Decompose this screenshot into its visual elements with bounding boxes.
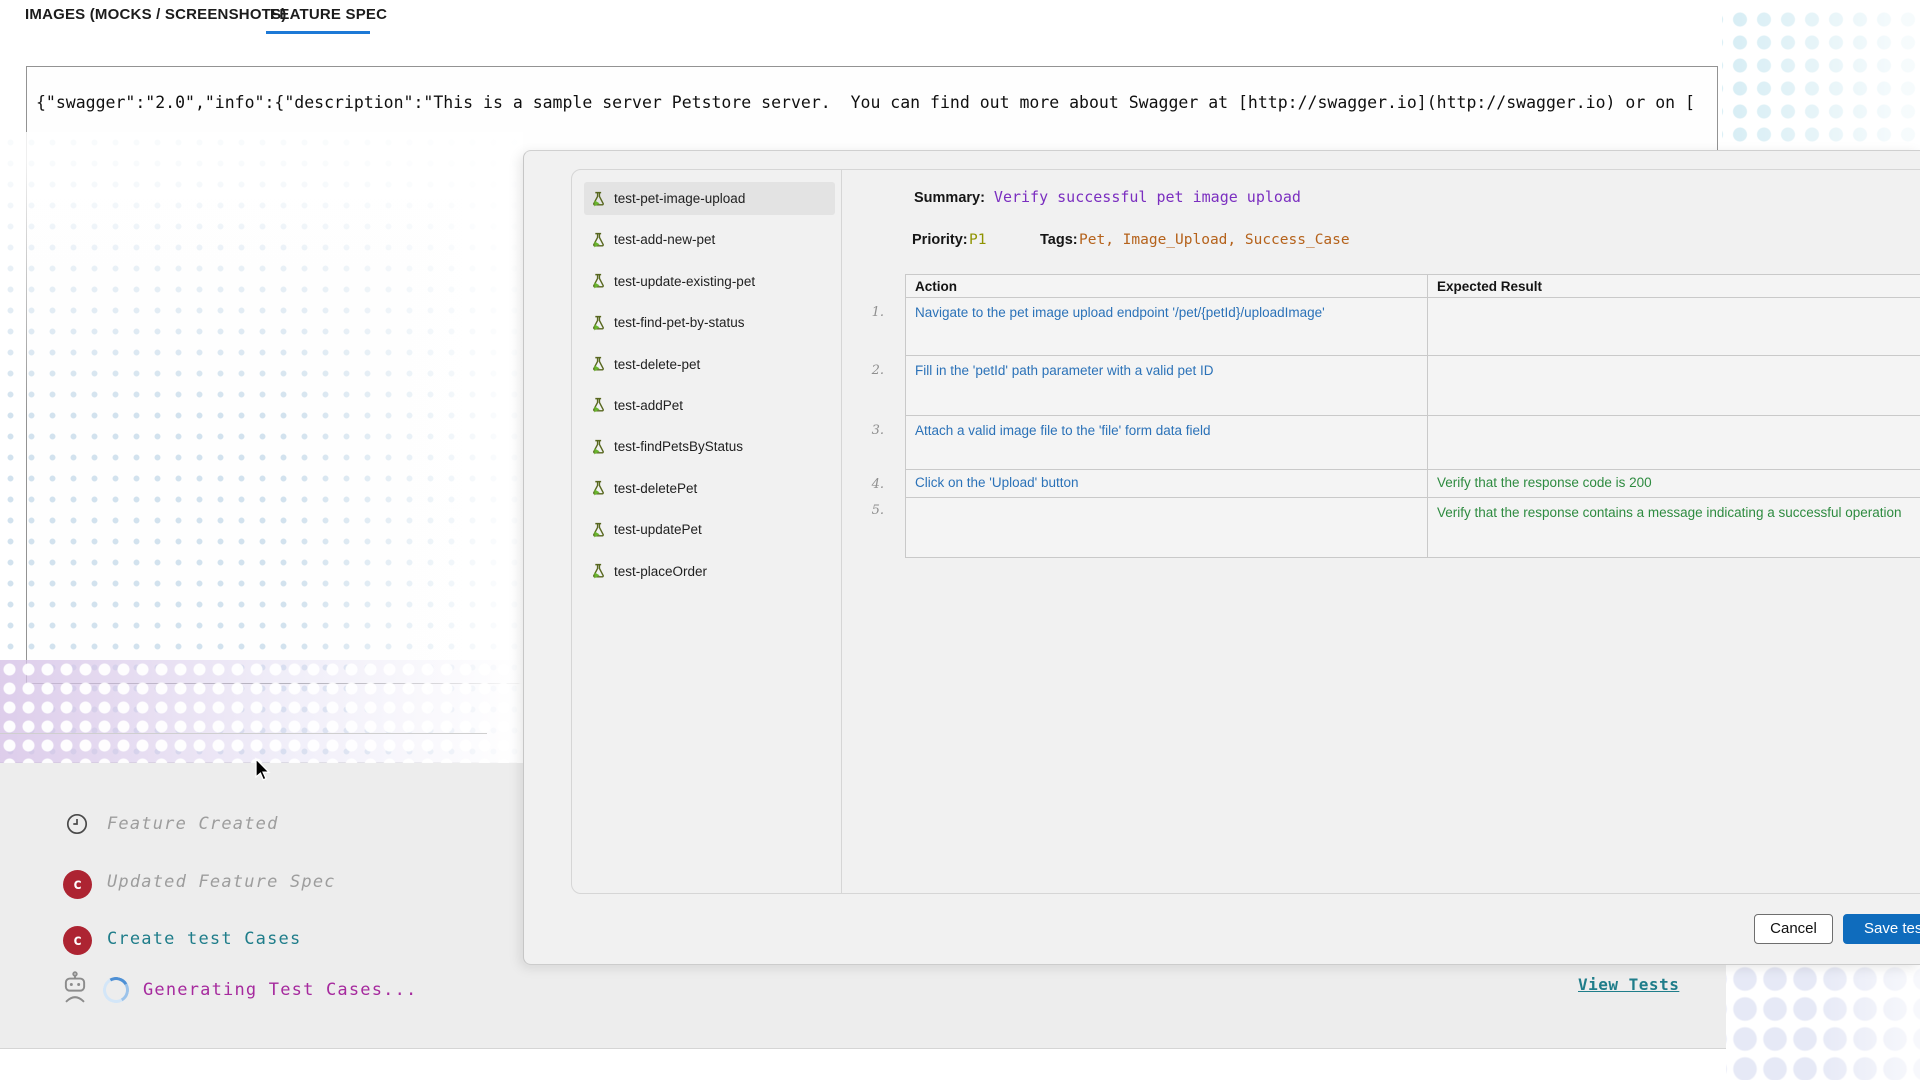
beaker-test-icon [593, 398, 604, 413]
tags-label: Tags: [1040, 232, 1078, 248]
table-row: Fill in the 'petId' path parameter with … [905, 355, 1920, 416]
test-list-item[interactable]: test-placeOrder [584, 555, 835, 588]
step-number: 2. [871, 363, 884, 378]
view-tests-link[interactable]: View Tests [1578, 975, 1679, 994]
test-name: test-delete-pet [614, 356, 701, 372]
test-name: test-findPetsByStatus [614, 439, 744, 455]
timeline-item-updated-feature-spec: Updated Feature Spec [107, 872, 336, 892]
test-name: test-addPet [614, 397, 684, 413]
cancel-button[interactable]: Cancel [1754, 914, 1833, 944]
action-cell[interactable]: Navigate to the pet image upload endpoin… [905, 297, 1428, 356]
summary-value: Verify successful pet image upload [993, 188, 1301, 206]
test-cases-panel: test-pet-image-upload test-add-new-pet t… [571, 169, 1920, 894]
table-row: Verify that the response contains a mess… [905, 497, 1920, 558]
column-header-expected-result: Expected Result [1427, 274, 1920, 298]
expected-cell[interactable]: Verify that the response code is 200 [1427, 469, 1920, 498]
step-number: 1. [871, 305, 884, 320]
table-row: Navigate to the pet image upload endpoin… [905, 297, 1920, 356]
tags-value: Pet, Image_Upload, Success_Case [1079, 232, 1350, 248]
test-list-item[interactable]: test-deletePet [584, 472, 835, 505]
feature-spec-text[interactable]: {"swagger":"2.0","info":{"description":"… [27, 67, 1717, 112]
expected-cell[interactable]: Verify that the response contains a mess… [1427, 497, 1920, 558]
priority-value: P1 [969, 232, 987, 248]
expected-cell[interactable] [1427, 297, 1920, 356]
test-list-item[interactable]: test-update-existing-pet [584, 265, 835, 298]
panel-bottom-divider [0, 733, 487, 734]
table-row: Attach a valid image file to the 'file' … [905, 415, 1920, 470]
test-detail-pane: Summary: Verify successful pet image upl… [842, 170, 1920, 893]
beaker-test-icon [593, 439, 604, 455]
test-list-item[interactable]: test-find-pet-by-status [584, 306, 835, 339]
test-list-item[interactable]: test-add-new-pet [584, 223, 835, 256]
beaker-test-icon [593, 481, 604, 496]
test-name: test-pet-image-upload [614, 191, 746, 206]
table-row: Click on the 'Upload' button Verify that… [905, 469, 1920, 498]
beaker-test-icon [593, 356, 604, 372]
action-cell[interactable]: Attach a valid image file to the 'file' … [905, 415, 1428, 470]
priority-label: Priority: [912, 232, 968, 248]
beaker-test-icon [593, 563, 604, 579]
step-number: 4. [871, 477, 884, 492]
beaker-test-icon [593, 522, 604, 538]
loading-spinner-icon [100, 974, 132, 1006]
test-list-item[interactable]: test-findPetsByStatus [584, 430, 835, 463]
test-list-item[interactable]: test-updatePet [584, 513, 835, 546]
test-list: test-pet-image-upload test-add-new-pet t… [572, 170, 842, 893]
action-cell[interactable] [905, 497, 1428, 558]
test-name: test-find-pet-by-status [614, 315, 745, 331]
active-tab-underline [266, 31, 370, 34]
column-header-action: Action [905, 274, 1428, 298]
timeline-item-feature-created: Feature Created [107, 814, 279, 834]
beaker-test-icon [593, 274, 604, 289]
timeline-item-generating-test-cases: Generating Test Cases... [143, 980, 418, 1000]
beaker-test-icon [593, 315, 604, 331]
commit-badge-icon: c [63, 870, 92, 899]
test-list-item[interactable]: test-pet-image-upload [584, 182, 835, 215]
save-tests-button[interactable]: Save tests [1843, 914, 1920, 944]
beaker-test-icon [593, 232, 604, 248]
test-list-item[interactable]: test-addPet [584, 389, 835, 422]
step-number: 3. [871, 423, 884, 438]
beaker-test-icon [593, 191, 604, 206]
test-name: test-updatePet [614, 522, 702, 538]
badge-letter: c [72, 931, 83, 949]
test-cases-dialog: test-pet-image-upload test-add-new-pet t… [523, 150, 1920, 965]
expected-cell[interactable] [1427, 415, 1920, 470]
badge-letter: c [72, 875, 83, 893]
action-cell[interactable]: Fill in the 'petId' path parameter with … [905, 355, 1428, 416]
test-steps-table: Action Expected Result Navigate to the p… [905, 274, 1920, 558]
test-name: test-add-new-pet [614, 232, 716, 248]
step-number: 5. [871, 503, 884, 518]
top-tab-bar: IMAGES (MOCKS / SCREENSHOTS) FEATURE SPE… [0, 0, 1920, 44]
commit-badge-icon: c [63, 926, 92, 955]
test-list-item[interactable]: test-delete-pet [584, 348, 835, 381]
tab-images-mocks-screenshots[interactable]: IMAGES (MOCKS / SCREENSHOTS) [25, 6, 286, 23]
action-cell[interactable]: Click on the 'Upload' button [905, 469, 1428, 498]
expected-cell[interactable] [1427, 355, 1920, 416]
tab-feature-spec[interactable]: FEATURE SPEC [270, 6, 387, 23]
test-name: test-update-existing-pet [614, 273, 756, 289]
test-name: test-deletePet [614, 480, 698, 496]
clock-icon [65, 812, 89, 841]
timeline-item-create-test-cases: Create test Cases [107, 929, 302, 949]
test-name: test-placeOrder [614, 563, 708, 579]
summary-label: Summary: [914, 190, 985, 206]
robot-icon [60, 971, 90, 1008]
